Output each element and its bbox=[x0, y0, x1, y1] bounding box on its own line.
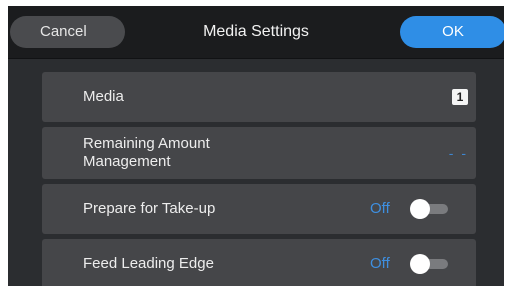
setting-row-prepare-takeup[interactable]: Prepare for Take-up Off bbox=[42, 184, 476, 234]
setting-value-remaining-amount: - - bbox=[448, 145, 468, 161]
setting-label-prepare-takeup: Prepare for Take-up bbox=[83, 200, 216, 217]
cancel-button[interactable]: Cancel bbox=[10, 16, 125, 48]
feed-leading-edge-toggle[interactable] bbox=[410, 254, 450, 274]
setting-state-feed-leading-edge: Off bbox=[370, 255, 390, 272]
setting-label-feed-leading-edge: Feed Leading Edge bbox=[83, 255, 214, 272]
setting-row-media[interactable]: Media 1 bbox=[42, 72, 476, 122]
toggle-knob bbox=[410, 254, 430, 274]
setting-state-prepare-takeup: Off bbox=[370, 200, 390, 217]
setting-row-remaining-amount[interactable]: Remaining Amount Management - - bbox=[42, 127, 476, 179]
media-settings-screen: Cancel Media Settings OK Media 1 Remaini… bbox=[8, 6, 504, 286]
toggle-knob bbox=[410, 199, 430, 219]
setting-label-media: Media bbox=[83, 88, 124, 105]
media-number-badge-icon: 1 bbox=[452, 89, 468, 105]
prepare-takeup-toggle[interactable] bbox=[410, 199, 450, 219]
header-divider bbox=[8, 58, 504, 59]
setting-label-remaining-amount: Remaining Amount Management bbox=[83, 135, 210, 170]
setting-row-feed-leading-edge[interactable]: Feed Leading Edge Off bbox=[42, 239, 476, 286]
header-bar: Cancel Media Settings OK bbox=[8, 6, 504, 58]
page-title: Media Settings bbox=[203, 23, 309, 40]
ok-button[interactable]: OK bbox=[400, 16, 504, 48]
